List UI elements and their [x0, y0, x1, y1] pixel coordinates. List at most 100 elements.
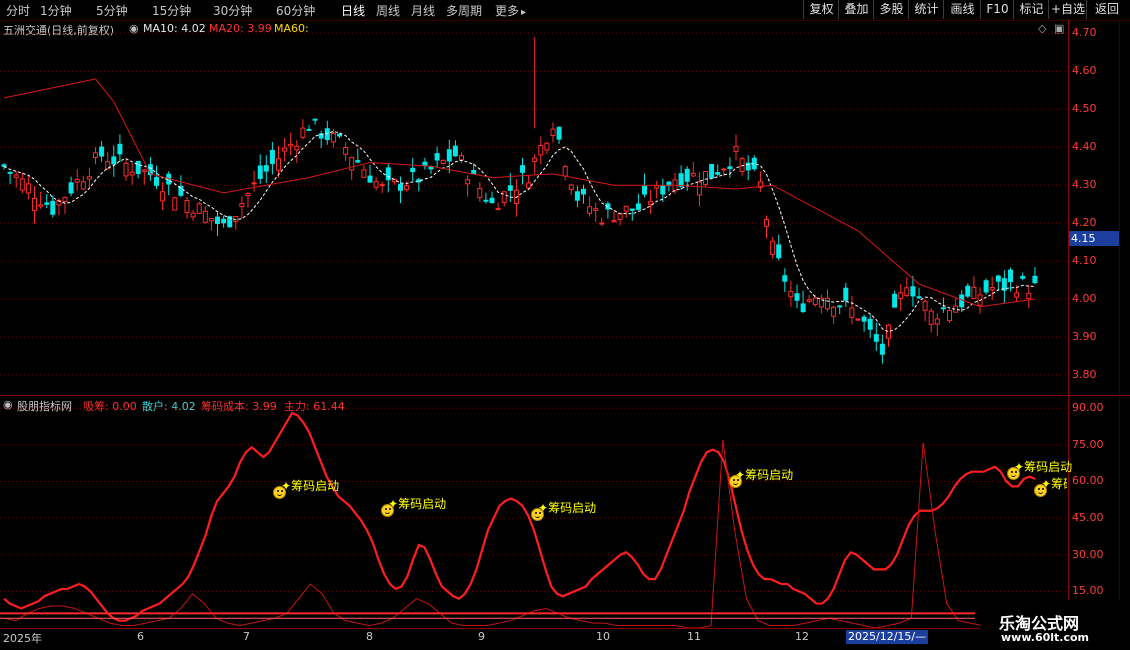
candle-body — [288, 143, 294, 147]
candle-body — [269, 149, 275, 164]
candle-body — [892, 293, 898, 308]
candle-body — [544, 142, 550, 151]
price-candlestick-chart[interactable] — [0, 22, 1068, 394]
candle-body — [727, 166, 733, 170]
candle-body — [837, 305, 843, 308]
candle-body — [611, 220, 617, 223]
candle-body — [489, 197, 495, 204]
candle-body — [788, 290, 794, 298]
tab-fenshi[interactable]: 分时 — [6, 2, 30, 19]
candle-body — [733, 145, 739, 153]
candle-body — [574, 191, 580, 201]
tab-5min[interactable]: 5分钟 — [96, 2, 128, 19]
candle-body — [196, 203, 202, 214]
candle-body — [160, 191, 166, 202]
candle-body — [934, 318, 940, 325]
candle-body — [337, 133, 342, 137]
tab-1min[interactable]: 1分钟 — [40, 2, 72, 19]
tab-more[interactable]: 更多 ▸ — [495, 2, 526, 19]
candle-body — [904, 287, 910, 296]
signal-label: ✦筹码启动 — [538, 501, 597, 515]
candle-body — [538, 144, 544, 156]
price-tick-label: 4.00 — [1072, 292, 1097, 306]
candle-body — [867, 318, 873, 330]
f10-button[interactable]: F10 — [980, 0, 1014, 19]
signal-label: ✦筹码启动 — [735, 468, 794, 482]
candle-body — [282, 147, 288, 152]
candle-body — [764, 219, 769, 227]
candle-body — [940, 307, 946, 310]
stats-button[interactable]: 统计 — [908, 0, 944, 19]
draw-line-button[interactable]: 画线 — [943, 0, 981, 19]
tab-multi-period[interactable]: 多周期 — [446, 2, 482, 19]
candle-body — [995, 275, 1001, 282]
candle-body — [1001, 278, 1007, 291]
candle-body — [910, 286, 916, 297]
candle-body — [770, 240, 776, 255]
candle-body — [44, 202, 50, 205]
candle-body — [593, 208, 599, 211]
price-tick-label: 4.10 — [1072, 254, 1097, 268]
candle-body — [898, 292, 904, 300]
candle-body — [660, 185, 666, 195]
candle-body — [623, 205, 629, 212]
add-watchlist-button[interactable]: +自选 — [1048, 0, 1087, 19]
candle-body — [703, 171, 708, 186]
price-tick-label: 4.30 — [1072, 178, 1097, 192]
candle-body — [111, 156, 117, 165]
date-label: 11 — [687, 630, 701, 643]
candle-body — [721, 168, 727, 171]
candle-body — [629, 208, 635, 211]
candle-body — [520, 165, 525, 173]
candle-body — [361, 169, 367, 178]
candle-body — [330, 132, 336, 143]
cursor-date-tag: 2025/12/15/— — [846, 630, 929, 644]
candle-body — [398, 183, 403, 191]
candle-body — [276, 158, 281, 171]
multi-stock-button[interactable]: 多股 — [873, 0, 909, 19]
candle-body — [410, 167, 416, 173]
date-label: 6 — [137, 630, 144, 643]
candle-body — [971, 286, 977, 299]
tab-weekly[interactable]: 周线 — [376, 2, 400, 19]
candle-body — [843, 287, 849, 301]
candle-body — [483, 199, 489, 202]
fuquan-button[interactable]: 复权 — [803, 0, 839, 19]
price-tick-label: 4.70 — [1072, 26, 1097, 40]
candle-body — [32, 197, 37, 211]
mark-button[interactable]: 标记 — [1013, 0, 1049, 19]
candle-body — [806, 299, 812, 302]
tab-15min[interactable]: 15分钟 — [152, 2, 191, 19]
candle-body — [526, 182, 532, 189]
cost-line — [3, 439, 1030, 628]
candle-body — [263, 165, 269, 172]
price-tick-label: 3.80 — [1072, 368, 1097, 382]
candle-body — [86, 176, 92, 180]
candle-body — [459, 155, 464, 161]
tab-60min[interactable]: 60分钟 — [276, 2, 315, 19]
candle-body — [62, 197, 68, 203]
candle-body — [1032, 275, 1038, 284]
candle-body — [928, 310, 934, 325]
candle-body — [245, 193, 251, 197]
candle-body — [99, 146, 105, 157]
candle-body — [404, 185, 410, 191]
signal-text: 筹码启动 — [398, 497, 447, 511]
candle-body — [532, 157, 538, 163]
candle-body — [373, 180, 379, 188]
tab-monthly[interactable]: 月线 — [411, 2, 435, 19]
overlay-button[interactable]: 叠加 — [838, 0, 874, 19]
zhuli-line — [3, 411, 1036, 622]
tab-more-label: 更多 — [495, 4, 520, 18]
date-label: 7 — [243, 630, 250, 643]
candle-body — [257, 165, 263, 179]
watermark-url: www.60lt.com — [1001, 631, 1090, 644]
signal-label: ✦筹码启动 — [1014, 460, 1073, 474]
candle-body — [93, 152, 98, 159]
back-button[interactable]: 返回 — [1086, 0, 1127, 19]
tab-30min[interactable]: 30分钟 — [213, 2, 252, 19]
tab-daily[interactable]: 日线 — [341, 2, 365, 19]
candle-body — [202, 210, 208, 223]
candle-body — [916, 296, 922, 299]
candle-body — [1014, 292, 1020, 298]
